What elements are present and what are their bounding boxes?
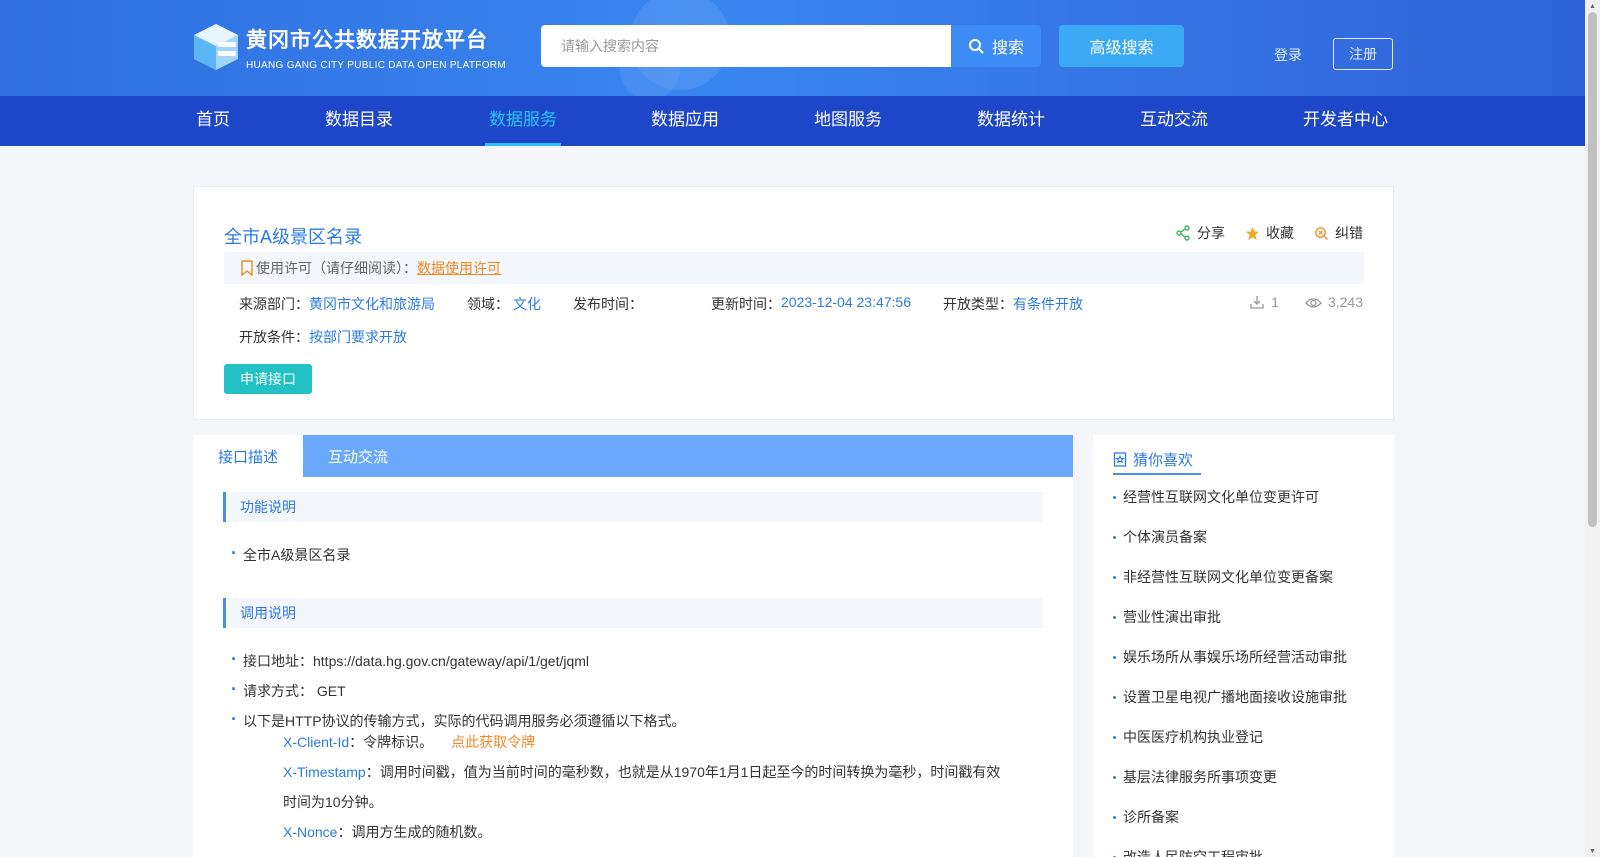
site-header: 黄冈市公共数据开放平台 HUANG GANG CITY PUBLIC DATA …: [0, 0, 1585, 96]
login-link[interactable]: 登录: [1274, 45, 1302, 65]
main-nav: 首页 数据目录 数据服务 数据应用 地图服务 数据统计 互动交流 开发者中心: [0, 96, 1585, 146]
download-count: 1: [1249, 294, 1279, 310]
tab-bar: 接口描述 互动交流: [193, 435, 1073, 477]
client-id-desc: ：令牌标识。: [349, 734, 434, 750]
list-item[interactable]: 个体演员备案: [1113, 517, 1383, 557]
source-label: 来源部门：: [239, 296, 309, 312]
api-address: 接口地址：https://data.hg.gov.cn/gateway/api/…: [231, 649, 589, 671]
stats: 1 3,243: [1249, 294, 1363, 310]
list-item[interactable]: 改造人民防空工程审批: [1113, 837, 1383, 857]
report-error-label: 纠错: [1335, 225, 1363, 241]
nav-developer-center[interactable]: 开发者中心: [1303, 96, 1388, 146]
timestamp-line: X-Timestamp：调用时间戳，值为当前时间的毫秒数，也就是从1970年1月…: [283, 757, 1013, 817]
license-link[interactable]: 数据使用许可: [417, 258, 501, 278]
scroll-up-icon[interactable]: ▲: [1585, 0, 1600, 12]
domain-value: 文化: [513, 296, 541, 312]
scroll-down-icon[interactable]: ▼: [1585, 845, 1600, 857]
recommend-title: 猜你喜欢: [1113, 445, 1202, 475]
list-item[interactable]: 非经营性互联网文化单位变更备案: [1113, 557, 1383, 597]
client-id-key: X-Client-Id: [283, 734, 350, 750]
nav-interaction[interactable]: 互动交流: [1140, 96, 1208, 146]
detail-actions: 分享 收藏 纠错: [1175, 223, 1363, 243]
nav-home[interactable]: 首页: [196, 96, 230, 146]
recommend-title-label: 猜你喜欢: [1133, 451, 1194, 469]
share-icon: [1176, 225, 1190, 241]
search-button-label: 搜索: [991, 40, 1024, 57]
logo-icon: [194, 24, 238, 70]
list-item[interactable]: 娱乐场所从事娱乐场所经营活动审批: [1113, 637, 1383, 677]
tab-api-description[interactable]: 接口描述: [193, 435, 303, 477]
dataset-title: 全市A级景区名录: [224, 227, 363, 247]
tab-interaction[interactable]: 互动交流: [303, 435, 413, 477]
share-label: 分享: [1197, 225, 1225, 241]
nonce-line: X-Nonce：调用方生成的随机数。: [283, 817, 1013, 847]
register-button[interactable]: 注册: [1333, 38, 1393, 70]
list-item[interactable]: 经营性互联网文化单位变更许可: [1113, 477, 1383, 517]
client-id-line: X-Client-Id：令牌标识。 点此获取令牌: [283, 727, 1013, 757]
update-value: 2023-12-04 23:47:56: [781, 294, 911, 310]
update-label: 更新时间：: [711, 296, 781, 312]
bookmark-icon: [241, 260, 253, 276]
recommend-list: 经营性互联网文化单位变更许可 个体演员备案 非经营性互联网文化单位变更备案 营业…: [1113, 477, 1383, 857]
nav-data-apps[interactable]: 数据应用: [651, 96, 719, 146]
recommend-sidebar: 猜你喜欢 经营性互联网文化单位变更许可 个体演员备案 非经营性互联网文化单位变更…: [1093, 435, 1394, 857]
favorite-label: 收藏: [1266, 225, 1294, 241]
license-label: 使用许可（请仔细阅读）：: [256, 260, 417, 276]
nonce-key: X-Nonce: [283, 824, 338, 840]
site-title: 黄冈市公共数据开放平台: [246, 28, 488, 52]
condition-value[interactable]: 按部门要求开放: [309, 329, 407, 345]
metadata-row: 来源部门： 黄冈市文化和旅游局 领域： 文化 发布时间： 更新时间： 2023-…: [239, 294, 1083, 314]
open-condition-row: 开放条件：按部门要求开放: [239, 327, 407, 347]
open-type-label: 开放类型：: [943, 296, 1013, 312]
publish-label: 发布时间：: [573, 296, 643, 312]
dataset-detail-card: 全市A级景区名录 分享 收藏 纠错 使用许可（请仔细阅读）： 数据使用许可 来源…: [193, 186, 1394, 420]
list-item[interactable]: 基层法律服务所事项变更: [1113, 757, 1383, 797]
list-item[interactable]: 营业性演出审批: [1113, 597, 1383, 637]
scrollbar-thumb[interactable]: [1588, 12, 1597, 527]
download-count-value: 1: [1271, 294, 1279, 310]
recommend-icon: [1113, 451, 1127, 467]
search-icon: [968, 39, 984, 54]
view-count-value: 3,243: [1327, 294, 1363, 310]
license-bar: 使用许可（请仔细阅读）： 数据使用许可: [224, 252, 1364, 284]
timestamp-key: X-Timestamp: [283, 764, 366, 780]
report-error-button[interactable]: 纠错: [1314, 223, 1363, 243]
nav-map-service[interactable]: 地图服务: [814, 96, 882, 146]
call-section-header: 调用说明: [223, 598, 1043, 628]
favorite-button[interactable]: 收藏: [1245, 223, 1294, 243]
star-icon: [1245, 226, 1260, 240]
site-logo[interactable]: 黄冈市公共数据开放平台 HUANG GANG CITY PUBLIC DATA …: [192, 22, 506, 72]
eye-icon: [1305, 298, 1322, 308]
apply-api-button[interactable]: 申请接口: [224, 364, 312, 394]
nav-data-stats[interactable]: 数据统计: [977, 96, 1045, 146]
download-icon: [1250, 296, 1264, 309]
search-input[interactable]: [541, 25, 953, 67]
nonce-desc: ：调用方生成的随机数。: [337, 824, 492, 840]
domain-label: 领域：: [467, 296, 509, 312]
error-search-icon: [1315, 226, 1329, 240]
api-description-panel: 接口描述 互动交流 功能说明 全市A级景区名录 调用说明 接口地址：https:…: [193, 435, 1073, 857]
page-scrollbar[interactable]: ▲ ▼: [1585, 0, 1600, 857]
nav-data-service[interactable]: 数据服务: [485, 96, 561, 146]
list-item[interactable]: 诊所备案: [1113, 797, 1383, 837]
get-token-link[interactable]: 点此获取令牌: [451, 734, 535, 750]
publish-value: [643, 294, 679, 314]
timestamp-desc: ：调用时间戳，值为当前时间的毫秒数，也就是从1970年1月1日起至今的时间转换为…: [283, 764, 1001, 810]
advanced-search-button[interactable]: 高级搜索: [1059, 25, 1184, 67]
view-count: 3,243: [1305, 294, 1363, 310]
list-item[interactable]: 设置卫星电视广播地面接收设施审批: [1113, 677, 1383, 717]
nav-data-catalog[interactable]: 数据目录: [325, 96, 393, 146]
request-method: 请求方式： GET: [231, 679, 346, 701]
open-type-value: 有条件开放: [1013, 296, 1083, 312]
function-section-header: 功能说明: [223, 492, 1043, 522]
site-subtitle: HUANG GANG CITY PUBLIC DATA OPEN PLATFOR…: [246, 59, 506, 71]
list-item[interactable]: 中医医疗机构执业登记: [1113, 717, 1383, 757]
condition-label: 开放条件：: [239, 329, 309, 345]
source-value: 黄冈市文化和旅游局: [309, 296, 435, 312]
search-button[interactable]: 搜索: [951, 25, 1041, 67]
share-button[interactable]: 分享: [1175, 223, 1225, 243]
function-item: 全市A级景区名录: [231, 543, 350, 565]
